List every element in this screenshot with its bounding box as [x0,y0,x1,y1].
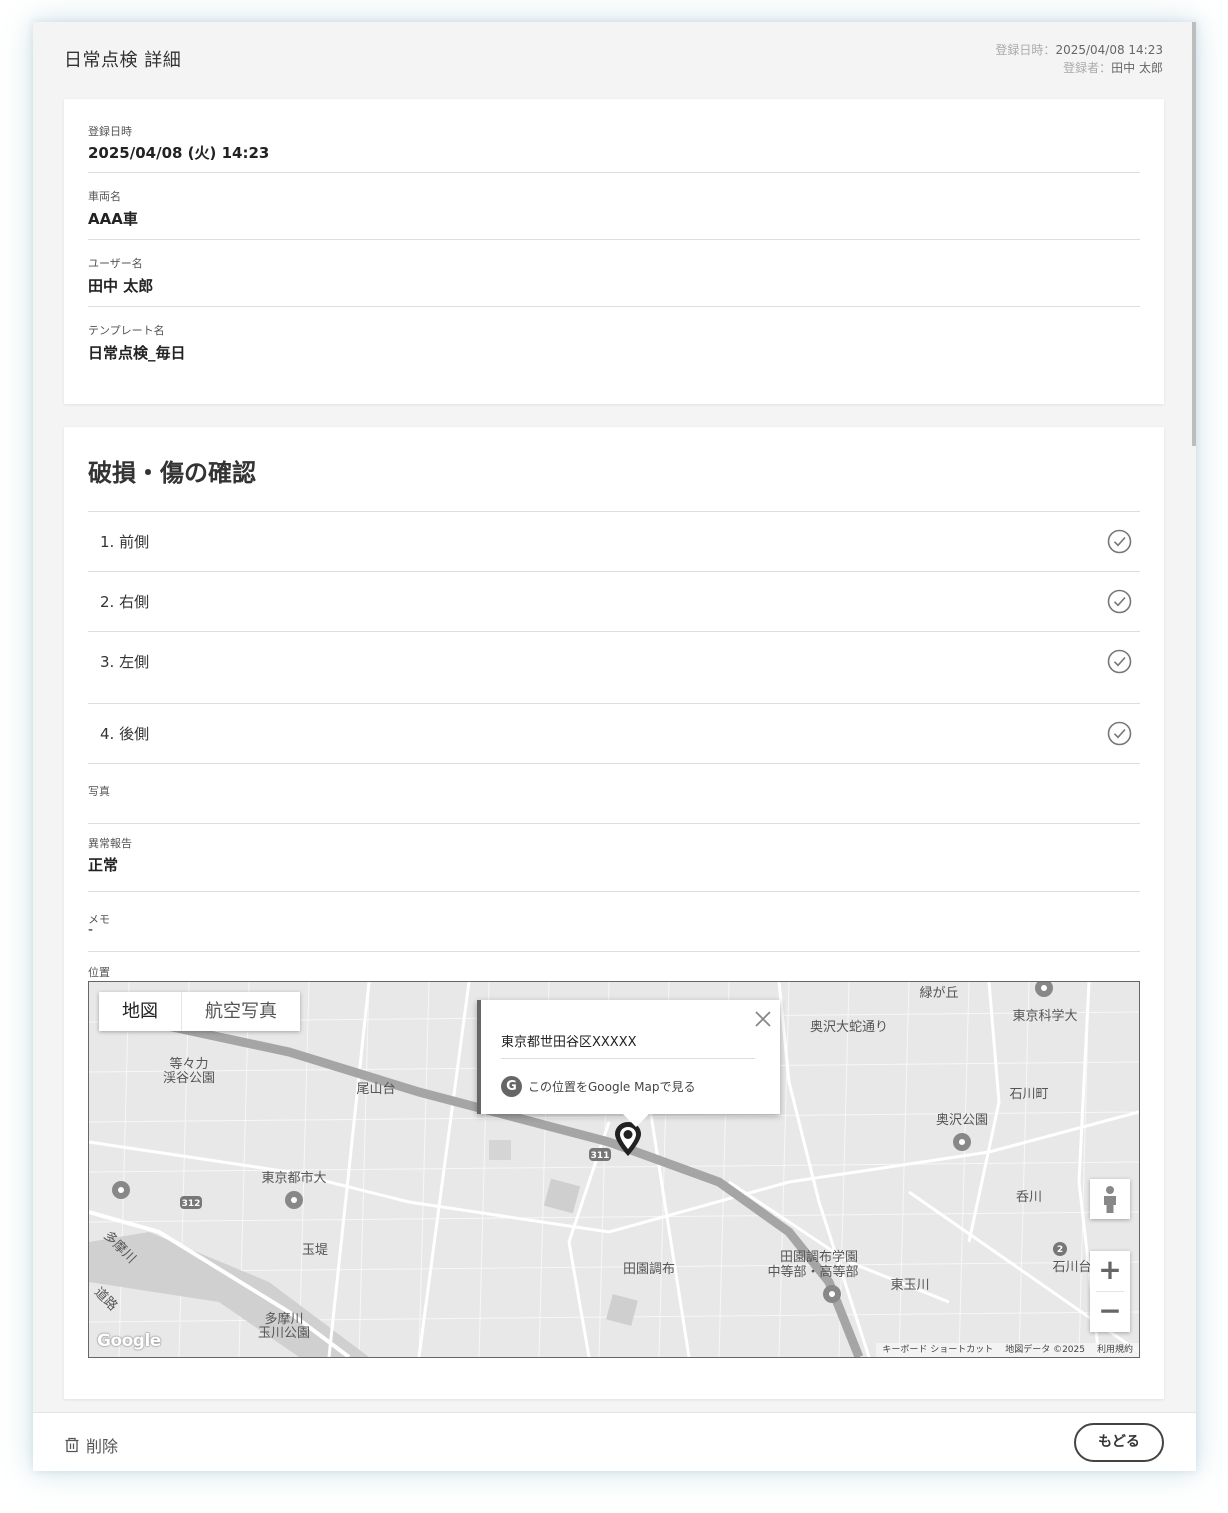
map-label: 石川町 [1009,1087,1048,1102]
map-attribution: キーボード ショートカット 地図データ ©2025 利用規約 [876,1343,1139,1357]
map-label: 田園調布学園 [780,1249,858,1265]
street-view-pegman[interactable] [1090,1179,1130,1219]
field-template: テンプレート名 日常点検_毎日 [88,307,1140,387]
map-label: 呑川 [1016,1190,1042,1205]
route-marker: 312 [182,1199,201,1209]
check-item-left: 3. 左側 [88,631,1140,703]
check-item-rear: 4. 後側 [88,703,1140,763]
field-label: 登録日時 [88,125,132,138]
map-label: 奥沢大蛇通り [810,1020,888,1035]
map-label: 多摩川 [264,1311,303,1327]
divider [501,1058,755,1059]
map-type-control: 地図 航空写真 [99,992,300,1031]
info-card: 登録日時 2025/04/08 (火) 14:23 車両名 AAA車 ユーザー名… [64,99,1164,404]
delete-label: 削除 [86,1437,119,1456]
map-label: 玉川公園 [258,1326,310,1341]
registration-meta: 登録日時：2025/04/08 14:23 登録者：田中 太郎 [995,41,1163,77]
field-label: 車両名 [88,190,121,203]
google-g-icon: G [501,1076,522,1097]
photo-field: 写真 [88,763,1140,823]
route-marker: 311 [591,1151,610,1161]
check-item-label: 4. 後側 [100,725,150,743]
check-item-label: 3. 左側 [100,653,150,671]
zoom-out-button[interactable]: − [1090,1292,1130,1332]
field-vehicle: 車両名 AAA車 [88,173,1140,240]
field-value: 2025/04/08 (火) 14:23 [88,144,270,162]
map-type-roadmap-button[interactable]: 地図 [99,992,181,1031]
field-label: ユーザー名 [88,257,143,270]
field-label: 異常報告 [88,837,132,850]
check-circle-icon [1107,721,1132,746]
map-label: 東京都市大 [261,1170,326,1186]
field-value: - [88,922,94,938]
check-item-label: 2. 右側 [100,593,150,611]
damage-check-card: 破損・傷の確認 1. 前側 2. 右側 3. 左側 4. 後側 写真 異常報告 … [64,427,1164,1399]
check-circle-icon [1107,589,1132,614]
map-info-window: 東京都世田谷区XXXXX G この位置をGoogle Mapで見る [477,1000,780,1127]
field-label: テンプレート名 [88,324,165,337]
modal-footer: 削除 もどる [33,1412,1196,1471]
delete-button[interactable]: 削除 [64,1433,118,1457]
map-label: 東玉川 [890,1277,929,1293]
map-label: 奥沢公園 [936,1113,988,1128]
meta-user-value: 田中 太郎 [1111,61,1163,75]
map-label: 尾山台 [356,1082,395,1097]
detail-modal: 日常点検 詳細 登録日時：2025/04/08 14:23 登録者：田中 太郎 … [33,22,1196,1471]
route-marker: 2 [1057,1245,1063,1255]
section-title: 破損・傷の確認 [88,459,256,487]
meta-date-label: 登録日時： [995,43,1056,57]
map-label: 中等部・高等部 [767,1264,858,1280]
map-type-satellite-button[interactable]: 航空写真 [181,992,300,1031]
map-data-attribution: 地図データ ©2025 [1005,1345,1085,1355]
map-label: 東京科学大 [1012,1008,1077,1024]
check-item-front: 1. 前側 [88,511,1140,571]
check-circle-icon [1107,529,1132,554]
field-value: 田中 太郎 [88,277,154,295]
google-logo: Google [97,1331,161,1351]
memo-field: メモ - [88,891,1140,951]
anomaly-field: 異常報告 正常 [88,823,1140,891]
pegman-icon [1104,1186,1116,1213]
zoom-in-button[interactable]: + [1090,1251,1130,1291]
keyboard-shortcuts-link[interactable]: キーボード ショートカット [876,1343,999,1357]
field-value: 正常 [88,856,119,874]
zoom-control: + − [1090,1251,1130,1332]
field-value: 日常点検_毎日 [88,344,186,362]
check-item-label: 1. 前側 [100,533,150,551]
map-label: 田園調布 [623,1262,675,1277]
meta-user-label: 登録者： [1063,61,1112,75]
info-address: 東京都世田谷区XXXXX [501,1035,637,1050]
close-icon[interactable] [754,1010,772,1028]
location-map[interactable]: 緑が丘 東京科学大 奥沢大蛇通り 等々力 渓谷公園 尾山台 石川町 奥沢公園 東… [88,981,1140,1358]
back-button[interactable]: もどる [1074,1423,1164,1462]
field-registered-at: 登録日時 2025/04/08 (火) 14:23 [88,99,1140,173]
field-label: 位置 [88,966,110,979]
map-label: 玉堤 [302,1243,328,1258]
terms-link[interactable]: 利用規約 [1091,1343,1139,1357]
field-value: AAA車 [88,210,138,228]
page-title: 日常点検 詳細 [64,50,182,71]
field-user: ユーザー名 田中 太郎 [88,240,1140,307]
scrollbar[interactable] [1192,22,1196,446]
open-google-maps-label: この位置をGoogle Mapで見る [528,1080,696,1094]
map-label: 等々力 [169,1056,208,1072]
open-google-maps-link[interactable]: G この位置をGoogle Mapで見る [501,1076,695,1097]
map-label: 渓谷公園 [163,1071,215,1086]
meta-date-value: 2025/04/08 14:23 [1055,43,1163,57]
field-label: 写真 [88,785,110,798]
map-label: 緑が丘 [919,986,958,1001]
map-label: 石川台 [1052,1260,1091,1275]
check-circle-icon [1107,649,1132,674]
trash-icon [65,1437,79,1453]
modal-header: 日常点検 詳細 登録日時：2025/04/08 14:23 登録者：田中 太郎 [33,22,1196,98]
location-field: 位置 [88,951,1140,981]
check-item-right: 2. 右側 [88,571,1140,631]
